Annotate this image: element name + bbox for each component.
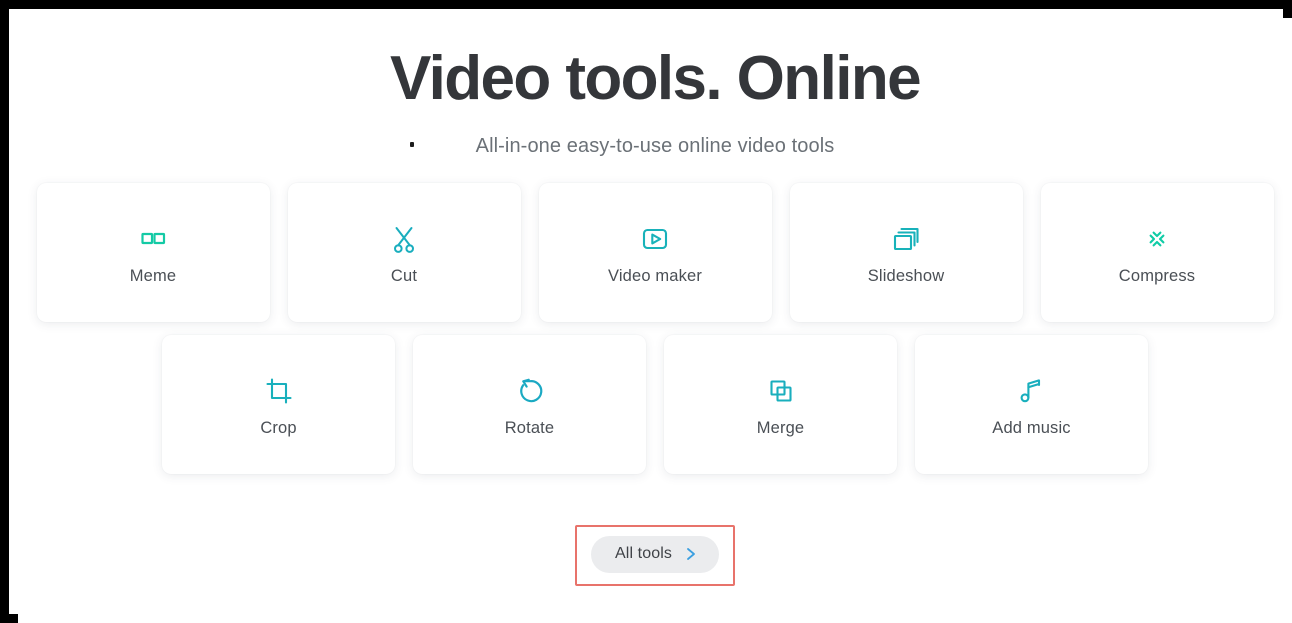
all-tools-button[interactable]: All tools [591, 536, 719, 573]
rotate-ccw-icon [511, 372, 549, 410]
tool-card-crop[interactable]: Crop [162, 335, 395, 474]
cursor-dot [410, 142, 414, 147]
all-tools-section: All tools [18, 525, 1292, 586]
tool-card-merge[interactable]: Merge [664, 335, 897, 474]
meme-glasses-icon [134, 220, 172, 258]
crop-icon [260, 372, 298, 410]
music-note-plus-icon [1013, 372, 1051, 410]
page-subtitle: All-in-one easy-to-use online video tool… [475, 135, 835, 157]
tool-card-cut[interactable]: Cut [287, 183, 521, 322]
stacked-frames-icon [887, 220, 925, 258]
tool-label: Video maker [608, 266, 702, 285]
tool-grid: Meme Cut Video maker Slideshow Compress … [18, 183, 1292, 474]
page-viewport: Video tools. Online All-in-one easy-to-u… [18, 18, 1292, 623]
tool-label: Cut [390, 266, 418, 285]
chevron-right-icon [685, 546, 697, 562]
tool-card-rotate[interactable]: Rotate [413, 335, 646, 474]
play-in-frame-icon [636, 220, 674, 258]
tool-card-compress[interactable]: Compress [1040, 183, 1274, 322]
overlapping-squares-icon [762, 372, 800, 410]
browser-window-frame: Video tools. Online All-in-one easy-to-u… [0, 0, 1292, 623]
scissors-icon [385, 220, 423, 258]
page-title: Video tools. Online [390, 44, 922, 113]
tool-card-video-maker[interactable]: Video maker [538, 183, 772, 322]
tool-label: Slideshow [867, 266, 945, 285]
tool-label: Meme [129, 266, 177, 285]
tool-label: Rotate [504, 418, 555, 437]
highlight-annotation-box: All tools [575, 525, 735, 586]
tool-label: Add music [992, 418, 1071, 437]
tool-card-slideshow[interactable]: Slideshow [789, 183, 1023, 322]
compress-arrows-icon [1138, 220, 1176, 258]
tool-label: Compress [1118, 266, 1196, 285]
tool-card-meme[interactable]: Meme [36, 183, 270, 322]
tool-label: Crop [260, 418, 297, 437]
all-tools-label: All tools [615, 545, 672, 562]
hero-section: Video tools. Online All-in-one easy-to-u… [18, 18, 1292, 159]
tool-row-2: Crop Rotate Merge Add music [18, 335, 1292, 474]
tool-label: Merge [756, 418, 805, 437]
tool-row-1: Meme Cut Video maker Slideshow Compress [18, 183, 1292, 322]
tool-card-add-music[interactable]: Add music [915, 335, 1148, 474]
